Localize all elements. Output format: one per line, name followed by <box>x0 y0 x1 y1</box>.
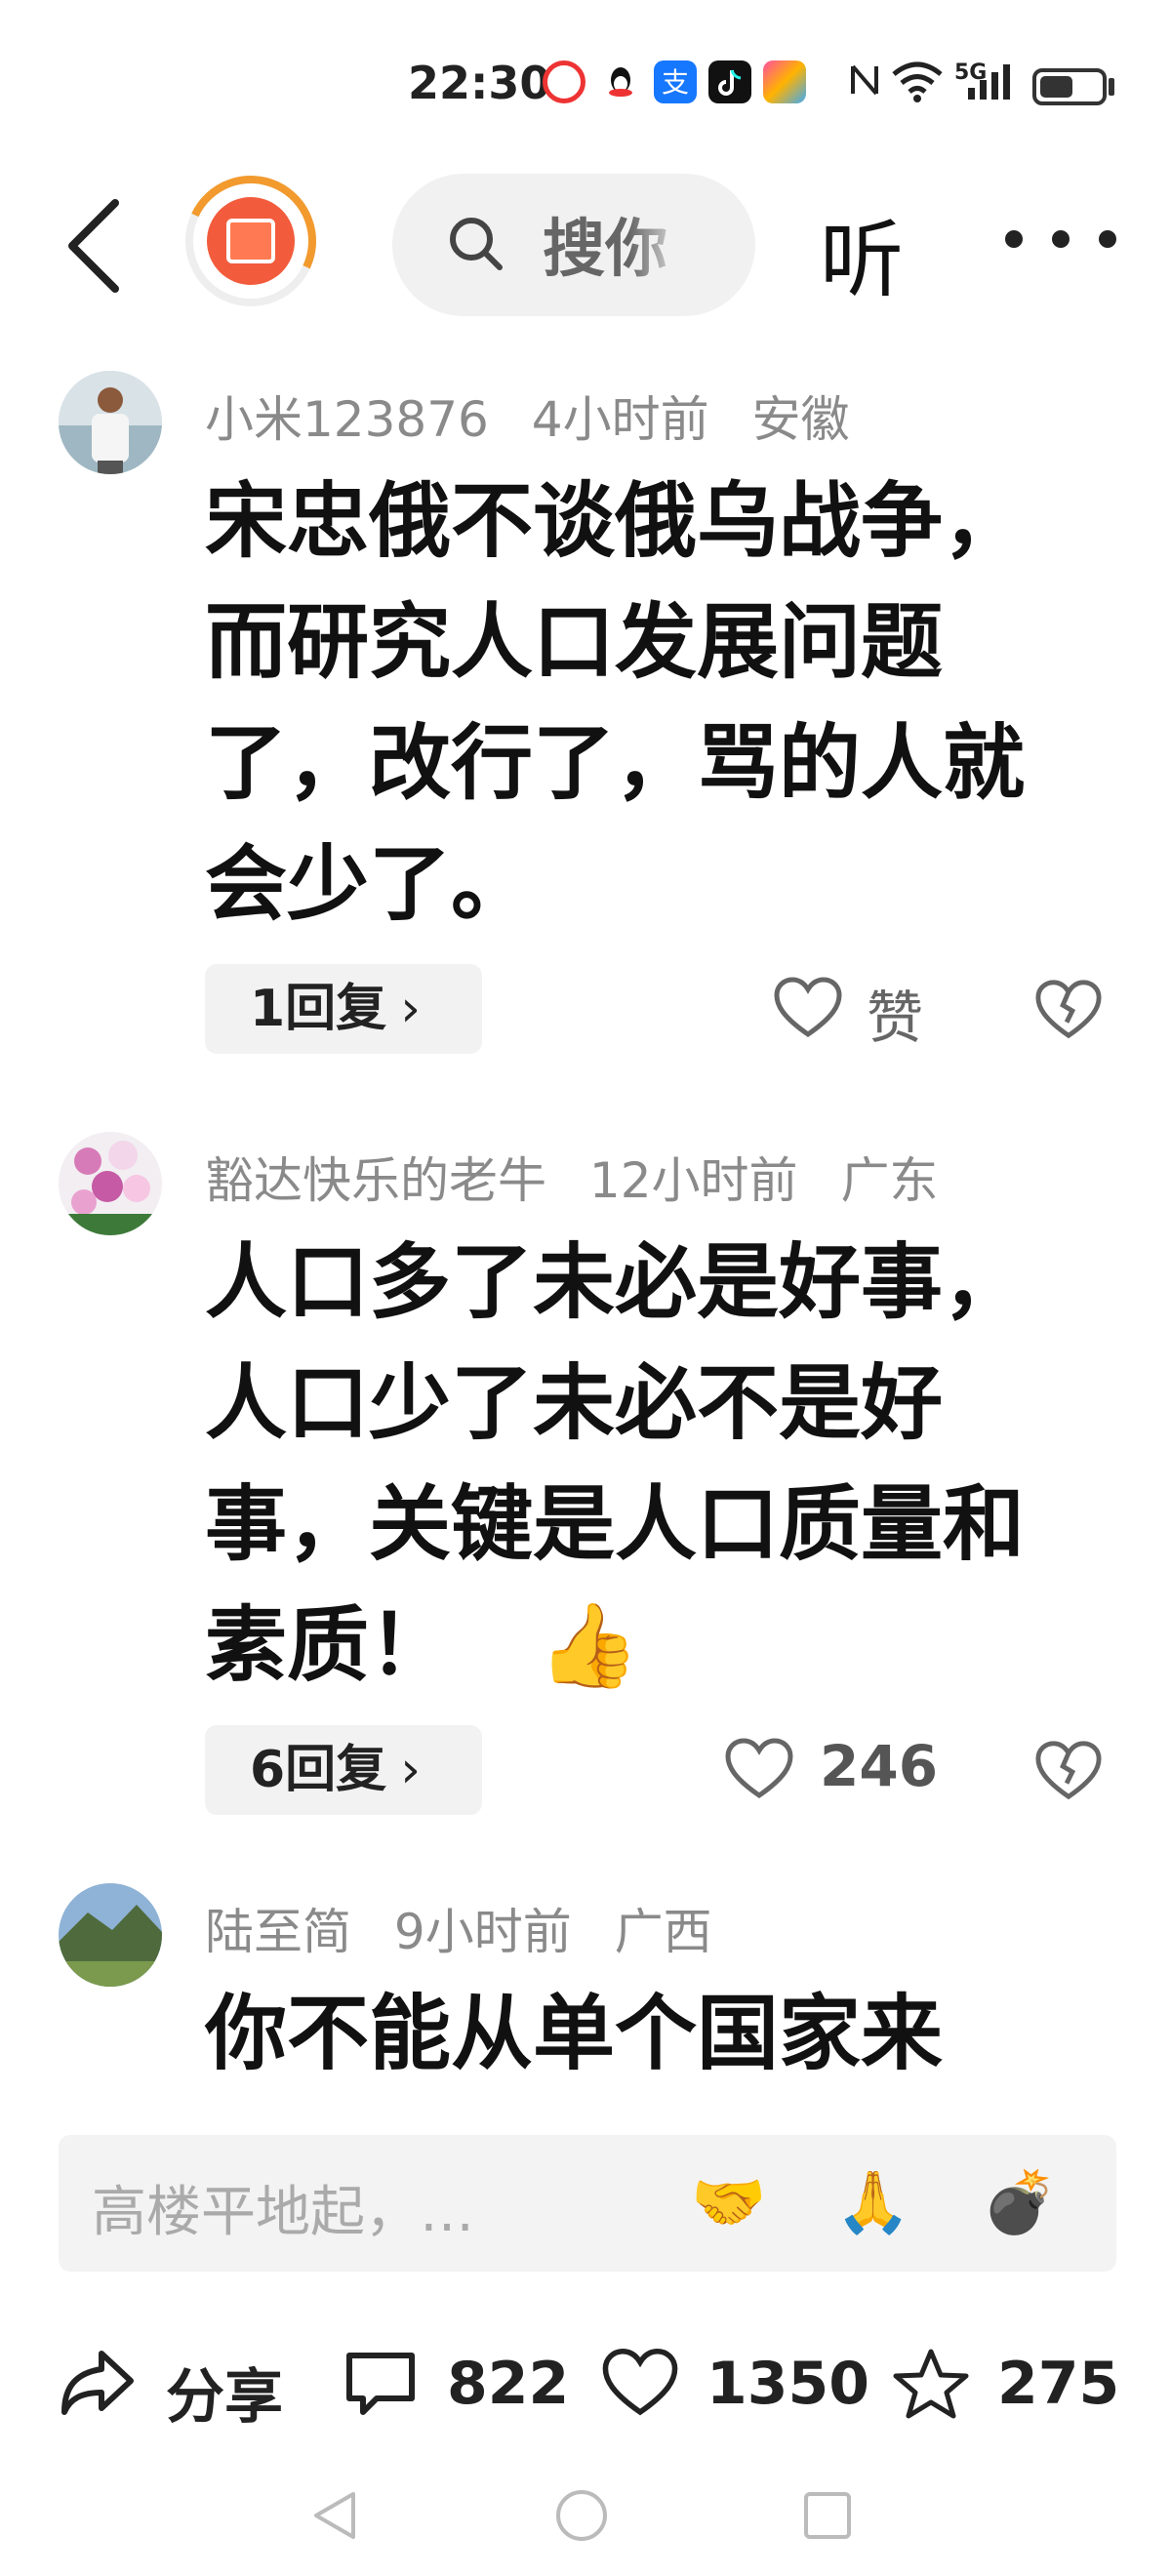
like-label[interactable]: 赞 <box>867 972 923 1054</box>
comment-time: 9小时前 <box>393 1904 572 1960</box>
replies-button[interactable]: 1回复 › <box>205 964 482 1054</box>
avatar[interactable] <box>59 371 162 474</box>
like-count[interactable]: 246 <box>820 1733 938 1799</box>
alipay-icon: 支 <box>654 60 697 103</box>
wifi-icon <box>890 59 945 112</box>
qq-icon <box>599 60 642 103</box>
comment-location: 安徽 <box>751 391 850 448</box>
video-app-icon <box>543 60 586 103</box>
comment-meta: 豁达快乐的老牛 12小时前 广东 <box>205 1142 965 1212</box>
tiktok-icon <box>708 60 751 103</box>
comment-text: 宋忠俄不谈俄乌战争，而研究人口发展问题了，改行了，骂的人就会少了。 <box>205 473 1026 932</box>
comment-icon[interactable] <box>343 2346 418 2424</box>
share-label[interactable]: 分享 <box>166 2350 283 2435</box>
comment-location: 广东 <box>840 1152 939 1209</box>
share-icon[interactable] <box>59 2346 137 2424</box>
comment-meta: 陆至简 9小时前 广西 <box>205 1893 740 1963</box>
comment-text: 人口多了未必是好事，人口少了未必不是好事，关键是人口质量和素质！ 👍 <box>205 1222 1083 1706</box>
comment-meta: 小米123876 4小时前 安徽 <box>205 381 877 451</box>
chevron-right-icon: › <box>400 1741 421 1799</box>
red-packet-bag-icon <box>226 219 275 263</box>
comment-username[interactable]: 豁达快乐的老牛 <box>205 1152 546 1209</box>
avatar[interactable] <box>59 1883 162 1987</box>
comment-input-placeholder[interactable]: 高楼平地起，… <box>92 2168 474 2247</box>
signal-icon <box>958 59 1017 112</box>
likes-count[interactable]: 1350 <box>707 2350 869 2418</box>
thumbs-up-emoji: 👍 <box>538 1597 640 1693</box>
battery-tip <box>1109 78 1114 96</box>
comment-text: 你不能从单个国家来 <box>205 1986 944 2081</box>
svg-text:支: 支 <box>662 66 689 99</box>
nav-recents-icon[interactable] <box>802 2490 853 2545</box>
comment-username[interactable]: 小米123876 <box>205 391 489 448</box>
like-heart-icon[interactable] <box>773 976 843 1044</box>
nfc-icon <box>847 59 882 110</box>
system-nav-bar <box>0 2478 1171 2576</box>
comments-count[interactable]: 822 <box>447 2350 569 2418</box>
battery-level <box>1040 76 1072 98</box>
replies-label: 1回复 <box>250 980 387 1038</box>
pics-app-icon <box>763 60 806 103</box>
comment-username[interactable]: 陆至简 <box>205 1904 351 1960</box>
comment-item: 陆至简 9小时前 广西 你不能从单个国家来 <box>0 1883 1171 2127</box>
search-icon <box>447 215 504 271</box>
like-icon[interactable] <box>601 2346 679 2424</box>
chevron-right-icon: › <box>400 980 421 1038</box>
status-time: 22:30 <box>408 57 551 109</box>
bomb-emoji-button[interactable]: 💣 <box>982 2166 1057 2238</box>
more-options-icon[interactable] <box>1005 230 1122 254</box>
nav-home-icon[interactable] <box>552 2486 611 2549</box>
favorites-count[interactable]: 275 <box>997 2350 1119 2418</box>
dislike-broken-heart-icon[interactable] <box>1034 978 1103 1042</box>
battery-icon <box>1032 68 1107 105</box>
replies-button[interactable]: 6回复 › <box>205 1725 482 1815</box>
search-input[interactable]: 搜你 <box>543 199 687 289</box>
replies-label: 6回复 <box>250 1741 387 1799</box>
avatar[interactable] <box>59 1132 162 1235</box>
handshake-emoji-button[interactable]: 🤝 <box>691 2166 766 2238</box>
comment-time: 4小时前 <box>531 391 709 448</box>
back-icon[interactable] <box>61 197 129 295</box>
dislike-broken-heart-icon[interactable] <box>1034 1739 1103 1803</box>
like-heart-icon[interactable] <box>724 1737 794 1805</box>
favorite-star-icon[interactable] <box>892 2346 970 2424</box>
comment-location: 广西 <box>614 1904 712 1960</box>
comment-time: 12小时前 <box>588 1152 798 1209</box>
listen-button[interactable]: 听 <box>820 191 904 313</box>
nav-back-icon[interactable] <box>308 2488 359 2547</box>
status-bar: 22:30 支 5G <box>0 0 1171 166</box>
pray-emoji-button[interactable]: 🙏 <box>835 2166 910 2238</box>
